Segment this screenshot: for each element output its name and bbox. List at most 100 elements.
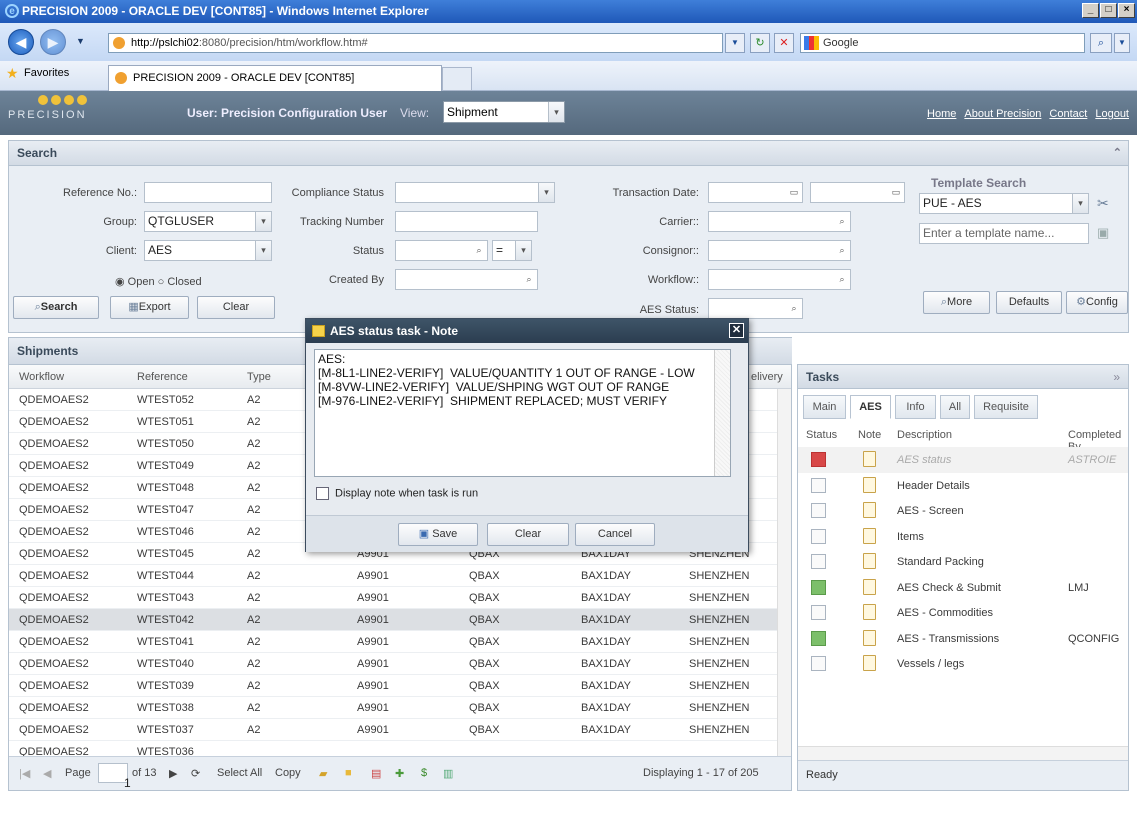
browser-tab[interactable]: PRECISION 2009 - ORACLE DEV [CONT85] <box>108 65 442 91</box>
tasks-horizontal-scrollbar[interactable] <box>798 746 1128 760</box>
compliance-select[interactable]: ▾ <box>395 182 555 203</box>
lookup-icon[interactable]: ⌕ <box>521 270 537 289</box>
contact-link[interactable]: Contact <box>1049 108 1087 120</box>
search-go-icon[interactable]: ⌕ <box>1090 33 1112 53</box>
status-input[interactable]: ⌕ <box>395 240 488 261</box>
task-status-checkbox[interactable] <box>811 656 826 671</box>
export-button[interactable]: ▦ Export <box>110 296 189 319</box>
open-radio[interactable]: ◉ <box>115 276 128 288</box>
note-icon[interactable] <box>863 502 876 518</box>
vertical-scrollbar[interactable] <box>777 389 791 757</box>
forward-button[interactable]: ▶ <box>40 29 66 55</box>
lookup-icon[interactable]: ⌕ <box>834 212 850 231</box>
about-link[interactable]: About Precision <box>964 108 1041 120</box>
search-button[interactable]: ⌕ Search <box>13 296 99 319</box>
task-row[interactable]: AES - Commodities <box>798 600 1128 626</box>
save-template-icon[interactable]: ▣ <box>1097 225 1109 241</box>
collapse-icon[interactable]: ⌃ <box>1113 141 1122 165</box>
close-icon[interactable]: ✕ <box>729 323 744 338</box>
select-all-button[interactable]: Select All <box>217 767 262 779</box>
tab-info[interactable]: Info <box>895 395 936 419</box>
col-reference[interactable]: Reference <box>137 371 188 383</box>
col-delivery[interactable]: elivery <box>751 371 783 383</box>
group-select[interactable]: QTGLUSER ▾ <box>144 211 272 232</box>
config-button[interactable]: ⚙Config <box>1066 291 1128 314</box>
col-note[interactable]: Note <box>858 429 881 441</box>
closed-radio[interactable]: ○ <box>158 276 168 288</box>
browser-search-box[interactable]: Google <box>800 33 1085 53</box>
aes-status-input[interactable]: ⌕ <box>708 298 803 319</box>
cancel-button[interactable]: Cancel <box>575 523 655 546</box>
note-textarea[interactable]: AES: [M-8L1-LINE2-VERIFY] VALUE/QUANTITY… <box>314 349 731 477</box>
note-icon[interactable]: ■ <box>345 767 352 779</box>
first-page-icon[interactable]: |◀ <box>19 767 30 780</box>
date-from-input[interactable]: ▭ <box>708 182 803 203</box>
table-row[interactable]: QDEMOAES2 WTEST041 A2 A9901 QBAX BAX1DAY SHENZ… <box>9 631 779 653</box>
table-row[interactable]: QDEMOAES2 WTEST043 A2 A9901 QBAX BAX1DAY SHENZ… <box>9 587 779 609</box>
task-status-checkbox[interactable] <box>811 528 826 544</box>
calendar-icon[interactable]: ▭ <box>888 183 904 202</box>
task-row[interactable]: Standard Packing <box>798 549 1128 575</box>
maximize-button[interactable]: □ <box>1100 3 1117 18</box>
created-by-input[interactable]: ⌕ <box>395 269 538 290</box>
lookup-icon[interactable]: ⌕ <box>834 270 850 289</box>
dialog-clear-button[interactable]: Clear <box>487 523 569 546</box>
folder-icon[interactable]: ▰ <box>319 767 327 780</box>
client-select[interactable]: AES ▾ <box>144 240 272 261</box>
reference-input[interactable] <box>144 182 272 203</box>
back-button[interactable]: ◀ <box>8 29 34 55</box>
dollar-icon[interactable]: $ <box>421 767 427 779</box>
note-icon[interactable] <box>863 476 876 493</box>
task-status-checkbox[interactable] <box>811 554 826 569</box>
tab-requisite[interactable]: Requisite <box>974 395 1038 419</box>
clear-button[interactable]: Clear <box>197 296 275 319</box>
consignor-input[interactable]: ⌕ <box>708 240 851 261</box>
lookup-icon[interactable]: ⌕ <box>786 299 802 318</box>
minimize-button[interactable]: _ <box>1082 3 1099 18</box>
note-icon[interactable] <box>863 553 876 569</box>
date-to-input[interactable]: ▭ <box>810 182 905 203</box>
task-row[interactable]: AES - Screen <box>798 498 1128 524</box>
tab-main[interactable]: Main <box>803 395 846 419</box>
new-tab-button[interactable] <box>442 67 472 91</box>
task-row[interactable]: Items <box>798 524 1128 550</box>
calendar-icon[interactable]: ▤ <box>371 767 381 780</box>
task-row[interactable]: AES - Transmissions QCONFIG <box>798 626 1128 652</box>
address-dropdown-icon[interactable]: ▼ <box>725 33 745 53</box>
task-row[interactable]: AES status ASTROIE <box>798 447 1128 473</box>
expand-icon[interactable]: » <box>1113 365 1120 389</box>
page-number-input[interactable]: 1 <box>98 763 131 790</box>
prev-page-icon[interactable]: ◀ <box>43 767 51 780</box>
home-link[interactable]: Home <box>927 108 956 120</box>
table-row[interactable]: QDEMOAES2 WTEST037 A2 A9901 QBAX BAX1DAY SHENZ… <box>9 719 779 741</box>
task-row[interactable]: AES Check & Submit LMJ <box>798 575 1128 601</box>
logout-link[interactable]: Logout <box>1095 108 1129 120</box>
note-icon[interactable] <box>863 527 876 544</box>
task-status-checkbox[interactable] <box>811 503 826 518</box>
table-row[interactable]: QDEMOAES2 WTEST040 A2 A9901 QBAX BAX1DAY SHENZ… <box>9 653 779 675</box>
refresh-icon[interactable]: ↻ <box>750 33 770 53</box>
table-row[interactable]: QDEMOAES2 WTEST044 A2 A9901 QBAX BAX1DAY SHENZ… <box>9 565 779 587</box>
more-button[interactable]: ⌕ More <box>923 291 990 314</box>
col-type[interactable]: Type <box>247 371 271 383</box>
recent-pages-dropdown-icon[interactable]: ▼ <box>76 36 85 46</box>
col-workflow[interactable]: Workflow <box>19 371 64 383</box>
status-operator-select[interactable]: = ▾ <box>492 240 532 261</box>
refresh-icon[interactable]: ⟳ <box>191 767 200 780</box>
save-button[interactable]: ▣ Save <box>398 523 478 546</box>
lookup-icon[interactable]: ⌕ <box>834 241 850 260</box>
task-status-checkbox[interactable] <box>811 452 826 467</box>
next-page-icon[interactable]: ▶ <box>169 767 177 780</box>
list-icon[interactable]: ▥ <box>443 767 453 780</box>
workflow-input[interactable]: ⌕ <box>708 269 851 290</box>
carrier-input[interactable]: ⌕ <box>708 211 851 232</box>
tab-aes[interactable]: AES <box>850 395 891 419</box>
favorites-button[interactable]: ★ Favorites <box>6 65 69 81</box>
lookup-icon[interactable]: ⌕ <box>471 241 487 260</box>
display-note-checkbox[interactable] <box>316 487 329 500</box>
note-icon[interactable] <box>863 655 876 671</box>
note-icon[interactable] <box>863 578 876 595</box>
table-row[interactable]: QDEMOAES2 WTEST038 A2 A9901 QBAX BAX1DAY SHENZ… <box>9 697 779 719</box>
search-options-icon[interactable]: ▼ <box>1114 33 1130 53</box>
table-row[interactable]: QDEMOAES2 WTEST039 A2 A9901 QBAX BAX1DAY SHENZ… <box>9 675 779 697</box>
